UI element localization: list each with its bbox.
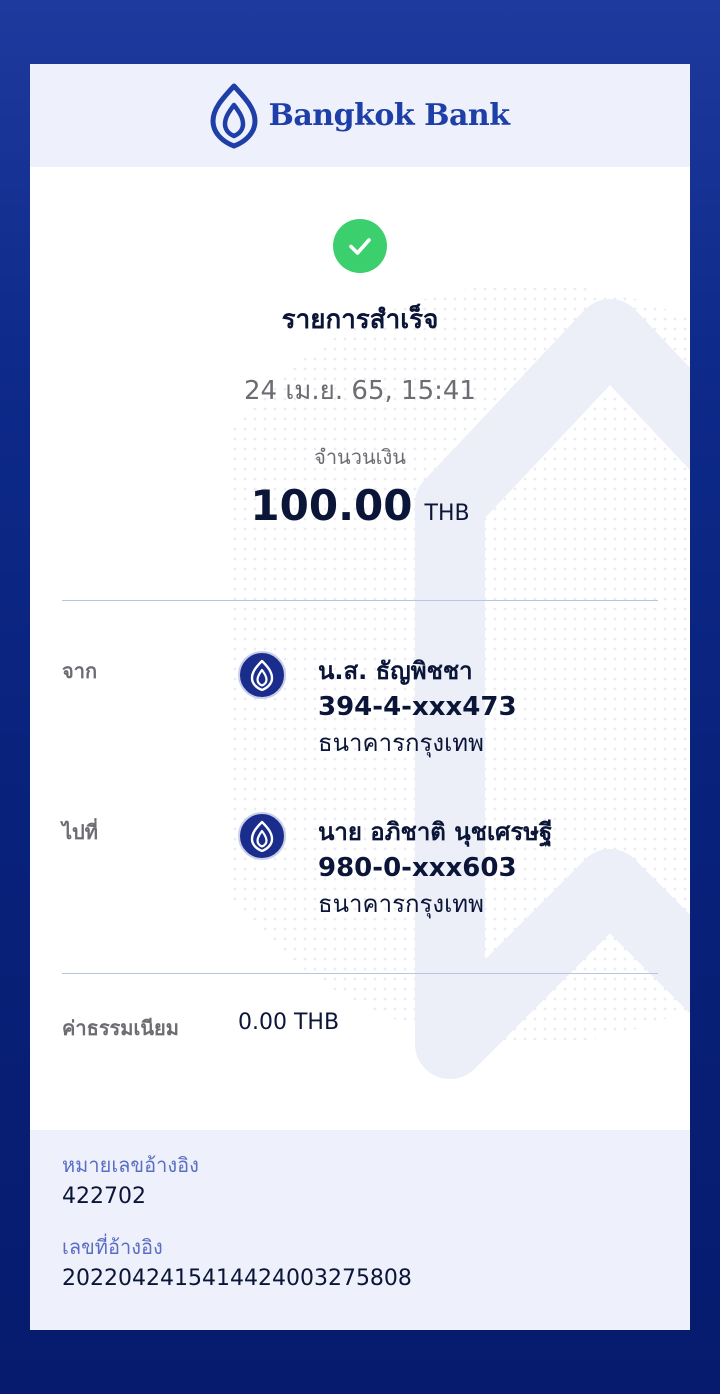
reference-number-value: 422702 [62,1184,146,1209]
receipt-card: Bangkok Bank รายการสำเร็จ 24 เม.ย. 65, 1… [30,64,690,1330]
bank-lotus-icon [238,812,286,860]
amount-row: 100.00 THB [30,481,690,530]
reference-id-value: 2022042415414424003275808 [62,1266,412,1291]
to-label: ไปที่ [62,820,98,844]
from-info: น.ส. ธัญพิชชา 394-4-xxx473 ธนาคารกรุงเทพ [318,653,517,761]
from-bank: ธนาคารกรุงเทพ [318,729,484,757]
status-title: รายการสำเร็จ [281,305,439,335]
bank-name: Bangkok Bank [268,98,510,133]
transaction-datetime: 24 เม.ย. 65, 15:41 [244,376,476,406]
to-name: นาย อภิชาติ นุชเศรษฐี [318,818,553,846]
bank-lotus-icon [238,651,286,699]
bank-header: Bangkok Bank [30,64,690,167]
fee-value: 0.00 THB [238,1010,340,1035]
reference-id-label: เลขที่อ้างอิง [62,1235,163,1259]
fee-label: ค่าธรรมเนียม [62,1016,179,1040]
to-party: ไปที่ นาย อภิชาติ นุชเศรษฐี 980-0-xxx603… [30,762,690,923]
success-check-icon [333,219,387,273]
from-party: จาก น.ส. ธัญพิชชา 394-4-xxx473 ธนาคารกรุ… [30,601,690,762]
reference-section: หมายเลขอ้างอิง 422702 เลขที่อ้างอิง 2022… [30,1130,690,1330]
bank-logo: Bangkok Bank [210,83,510,149]
amount-label: จำนวนเงิน [314,445,406,469]
amount-value: 100.00 [250,481,413,530]
to-info: นาย อภิชาติ นุชเศรษฐี 980-0-xxx603 ธนาคา… [318,814,552,922]
amount-currency: THB [424,501,470,526]
from-account: 394-4-xxx473 [318,692,517,722]
status-section: รายการสำเร็จ 24 เม.ย. 65, 15:41 จำนวนเงิ… [30,167,690,530]
to-account: 980-0-xxx603 [318,853,517,883]
to-bank: ธนาคารกรุงเทพ [318,890,484,918]
from-label: จาก [62,659,98,683]
fee-row: ค่าธรรมเนียม 0.00 THB [30,974,690,1138]
receipt-content: รายการสำเร็จ 24 เม.ย. 65, 15:41 จำนวนเงิ… [30,167,690,1138]
reference-number-label: หมายเลขอ้างอิง [62,1153,199,1177]
lotus-logo-icon [210,83,258,148]
from-name: น.ส. ธัญพิชชา [318,657,473,685]
